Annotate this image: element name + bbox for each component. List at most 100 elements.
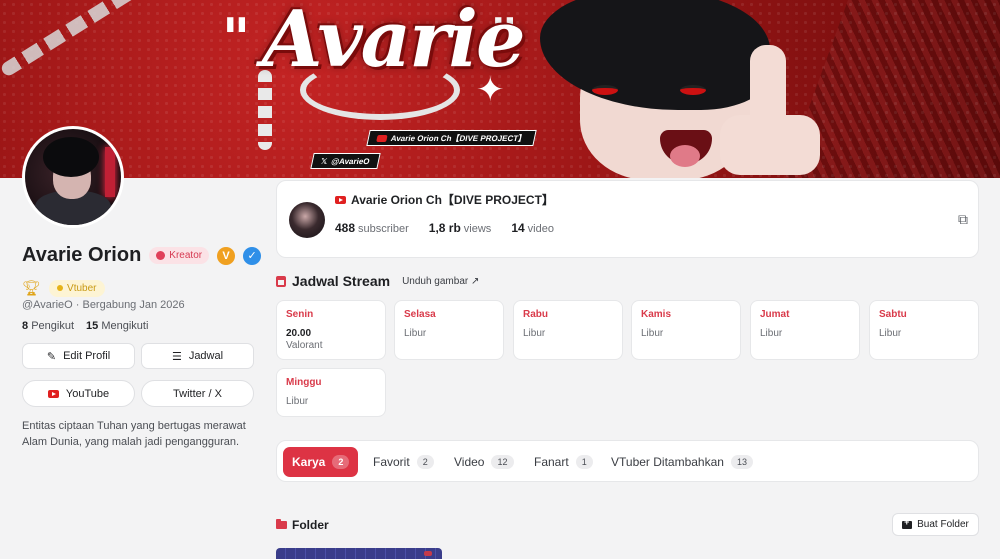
twitter-button[interactable]: Twitter / X [141, 380, 254, 407]
role-row: 🏆︎ Vtuber [22, 279, 105, 297]
videos-count: 14 [511, 221, 525, 235]
tab-fanart[interactable]: Fanart 1 [525, 447, 602, 477]
schedule-button[interactable]: ☰ Jadwal [141, 343, 254, 369]
day-name: Senin [286, 309, 314, 320]
edit-profile-label: Edit Profil [63, 350, 111, 362]
pencil-icon: ✎ [46, 350, 57, 363]
verified-icon: ✓ [243, 246, 262, 265]
content-tabs: Karya 2 Favorit 2 Video 12 Fanart 1 VTub… [276, 440, 979, 482]
profile-name: Avarie Orion [22, 244, 142, 266]
day-name: Kamis [641, 309, 672, 320]
tab-karya[interactable]: Karya 2 [283, 447, 359, 477]
youtube-icon [376, 134, 388, 142]
avatar-image [25, 129, 121, 225]
stat-subscribers: 488 subscriber [335, 221, 409, 235]
day-name: Selasa [404, 309, 436, 320]
videos-label: video [527, 223, 554, 235]
calendar-icon [276, 275, 286, 287]
stat-views: 1,8 rb views [429, 221, 492, 235]
profile-avatar[interactable] [22, 126, 124, 228]
youtube-label: YouTube [65, 387, 110, 400]
youtube-icon [47, 389, 59, 398]
palette-icon [156, 251, 166, 260]
x-icon: 𝕏 [320, 156, 329, 166]
tab-label: Karya [292, 455, 326, 469]
tab-label: Favorit [373, 455, 410, 469]
schedule-header: Jadwal Stream Unduh gambar ↗ [276, 273, 479, 289]
schedule-title: Jadwal Stream [292, 273, 391, 289]
banner-youtube-text: Avarie Orion Ch【DIVE PROJECT】 [390, 133, 528, 143]
schedule-day-wednesday: Rabu Libur [513, 300, 623, 360]
day-activity: Libur [523, 328, 546, 339]
stat-videos: 14 video [511, 221, 554, 235]
character-finger [750, 45, 786, 170]
folder-icon [276, 519, 287, 529]
vtuber-badge-label: Vtuber [67, 282, 97, 294]
profile-bio: Entitas ciptaan Tuhan yang bertugas mera… [22, 420, 246, 448]
youtube-button[interactable]: YouTube [22, 380, 135, 407]
tab-label: VTuber Ditambahkan [611, 455, 724, 469]
day-name: Rabu [523, 309, 548, 320]
day-activity: Libur [641, 328, 664, 339]
handle-joined: @AvarieO · Bergabung Jan 2026 [22, 299, 185, 311]
tab-count: 12 [491, 455, 514, 469]
day-activity: Libur [286, 396, 309, 407]
following-link[interactable]: 15 Mengikuti [86, 320, 148, 332]
day-name: Sabtu [879, 309, 907, 320]
tab-count: 2 [416, 455, 434, 469]
youtube-icon [335, 195, 346, 204]
profile-name-row: Avarie Orion Kreator V ✓ [22, 244, 262, 267]
day-activity: Libur [404, 328, 427, 339]
banner-character-art [520, 0, 850, 178]
following-label: Mengikuti [101, 320, 149, 332]
folder-thumbnail[interactable] [276, 548, 442, 559]
schedule-label: Jadwal [188, 350, 224, 362]
schedule-day-saturday: Sabtu Libur [869, 300, 979, 360]
tab-video[interactable]: Video 12 [445, 447, 523, 477]
views-count: 1,8 rb [428, 221, 461, 235]
channel-title: Avarie Orion Ch【DIVE PROJECT】 [351, 193, 554, 207]
tab-label: Video [454, 455, 485, 469]
creator-badge-label: Kreator [169, 250, 203, 261]
youtube-channel-card[interactable]: Avarie Orion Ch【DIVE PROJECT】 488 subscri… [276, 180, 979, 258]
day-name: Jumat [760, 309, 790, 320]
schedule-day-friday: Jumat Libur [750, 300, 860, 360]
tab-vtuber-ditambahkan[interactable]: VTuber Ditambahkan 13 [602, 447, 762, 477]
profile-banner: " " Avarie ✦ Avarie Orion Ch【DIVE PROJEC… [0, 0, 1000, 178]
tab-count: 2 [332, 455, 350, 469]
avatar-hair [43, 137, 99, 177]
schedule-day-monday: Senin 20.00 Valorant [276, 300, 386, 360]
sparkle-icon: ✦ [476, 71, 505, 109]
channel-stats: 488 subscriber 1,8 rb views 14 video [335, 221, 554, 235]
schedule-day-sunday: Minggu Libur [276, 368, 386, 417]
day-name: Minggu [286, 377, 322, 388]
tab-favorit[interactable]: Favorit 2 [364, 447, 443, 477]
download-image-link[interactable]: Unduh gambar ↗ [402, 276, 479, 287]
character-eye-right [680, 85, 706, 95]
followers-link[interactable]: 8 Pengikut [22, 320, 74, 332]
quote-mark-left: " [222, 6, 251, 70]
views-label: views [463, 223, 492, 235]
vtuber-badge: Vtuber [49, 279, 105, 297]
banner-x-text: @AvarieO [330, 156, 371, 166]
schedule-day-thursday: Kamis Libur [631, 300, 741, 360]
folder-plus-icon [902, 517, 913, 529]
external-link-icon[interactable]: ⧉ [958, 211, 968, 228]
character-hair [540, 0, 770, 110]
sliders-icon: ☰ [171, 350, 182, 363]
trophy-icon: 🏆︎ [22, 280, 42, 297]
followers-label: Pengikut [31, 320, 74, 332]
banner-x-tag: 𝕏 @AvarieO [310, 153, 381, 169]
following-count: 15 [86, 320, 99, 332]
twitter-label: Twitter / X [173, 387, 222, 400]
folder-title: Folder [292, 518, 329, 532]
day-time: 20.00 [286, 328, 312, 339]
channel-title-row: Avarie Orion Ch【DIVE PROJECT】 [335, 191, 554, 208]
subscribers-label: subscriber [358, 223, 409, 235]
edit-profile-button[interactable]: ✎ Edit Profil [22, 343, 135, 369]
character-eye-left [592, 85, 618, 95]
new-folder-button[interactable]: Buat Folder [892, 513, 979, 536]
schedule-day-tuesday: Selasa Libur [394, 300, 504, 360]
day-activity: Libur [879, 328, 902, 339]
tab-count: 13 [730, 455, 753, 469]
